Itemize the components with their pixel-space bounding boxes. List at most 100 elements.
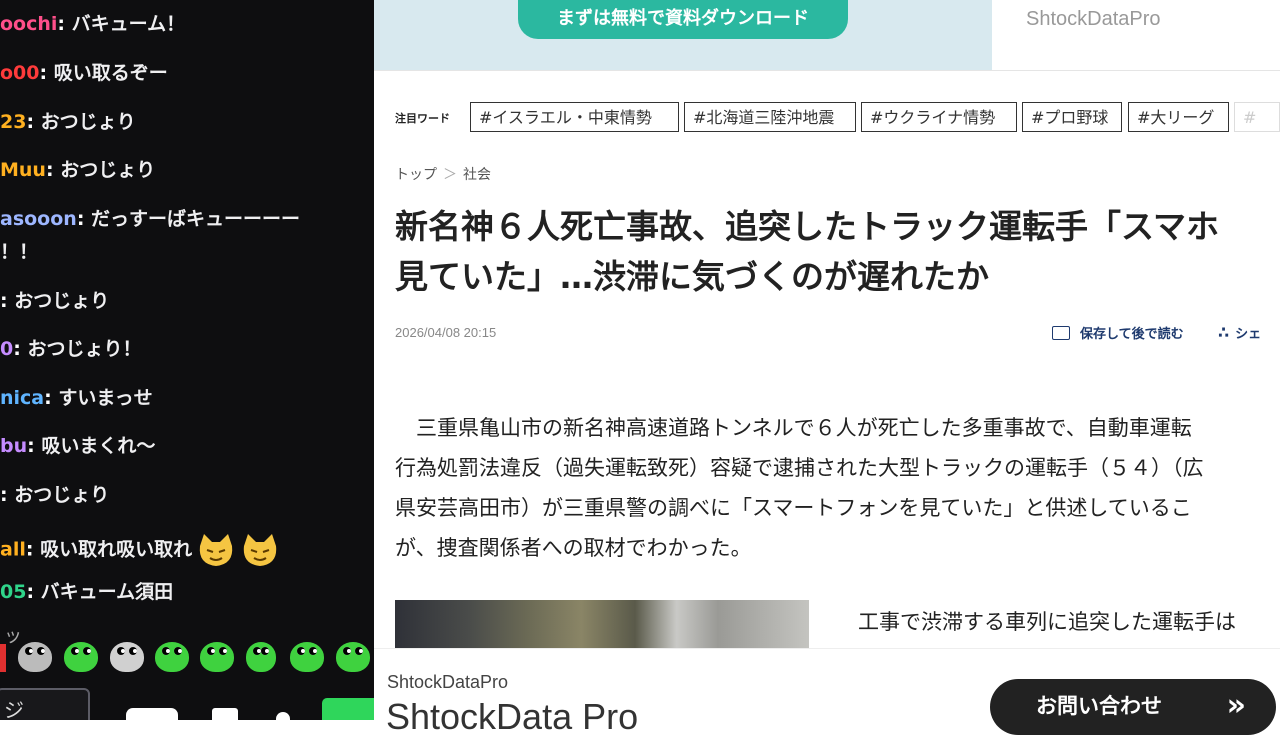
divider	[374, 70, 1280, 71]
breadcrumb: トップ ＞ 社会	[395, 164, 491, 184]
body-line: 行為処罰法違反（過失運転致死）容疑で逮捕された大型トラックの運転手（５４）（広	[395, 456, 1204, 480]
frog-emote-icon[interactable]	[246, 642, 276, 672]
chat-text: おつじょり	[14, 484, 110, 506]
chat-text: おつじょり！	[27, 338, 142, 360]
contact-label: お問い合わせ	[1036, 694, 1162, 718]
chat-text: バキューム！	[71, 13, 186, 35]
chat-panel: oochi: バキューム！ o00: 吸い取るぞー 23: おつじょり Muu: おつ…	[0, 0, 374, 720]
frog-emote-icon[interactable]	[290, 642, 324, 672]
frog-emote-icon[interactable]	[110, 642, 144, 672]
trending-tag[interactable]: #ウクライナ情勢	[861, 102, 1017, 132]
headline-line: 新名神６人死亡事故、追突したトラック運転手「スマホ	[395, 207, 1220, 246]
chat-colon: :	[26, 111, 41, 133]
chat-message: nica: すいまっせ	[0, 386, 153, 410]
photo-caption-text: 工事で渋滞する車列に追突した運転手は	[858, 610, 1236, 634]
chat-text: すいまっせ	[58, 387, 153, 409]
chat-partial-text: ッ	[4, 626, 22, 647]
article-headline: 新名神６人死亡事故、追突したトラック運転手「スマホ 見ていた」…渋滞に気づくのが…	[395, 202, 1280, 302]
trending-tag[interactable]: #イスラエル・中東情勢	[470, 102, 679, 132]
frog-emote-icon[interactable]	[18, 642, 52, 672]
trending-label: 注目ワード	[395, 112, 450, 125]
frog-emote-icon[interactable]	[336, 642, 370, 672]
article-photo[interactable]	[395, 600, 809, 650]
top-brand-logo[interactable]: ShtockDataPro	[1026, 8, 1161, 31]
frog-emote-icon[interactable]	[64, 642, 98, 672]
chat-message: Muu: おつじょり	[0, 158, 155, 182]
chat-text: ！！	[0, 241, 39, 263]
chat-input[interactable]: ジ	[0, 688, 90, 720]
article-body: 三重県亀山市の新名神高速道路トンネルで６人が死亡した多重事故で、自動車運転 行為…	[395, 408, 1280, 568]
chat-username[interactable]: 23	[0, 111, 26, 133]
chat-username[interactable]: Muu	[0, 159, 46, 181]
download-button[interactable]: まずは無料で資料ダウンロード	[518, 0, 848, 39]
chat-colon: :	[45, 159, 61, 181]
chat-username[interactable]: 0	[0, 338, 13, 360]
chat-settings-icon[interactable]	[126, 708, 178, 720]
chat-text: 吸いまくれ〜	[41, 435, 156, 457]
chat-text: だっすーばキューーーー	[91, 208, 301, 230]
trending-tag[interactable]: #大リーグ	[1128, 102, 1229, 132]
trending-tag[interactable]: #	[1234, 102, 1280, 132]
chat-message: oochi: バキューム！	[0, 12, 185, 36]
chat-text: 吸い取れ吸い取れ	[40, 538, 193, 561]
chat-points-icon[interactable]	[212, 708, 238, 720]
chat-message: o00: 吸い取るぞー	[0, 61, 168, 85]
chat-colon: :	[0, 290, 15, 312]
chat-username[interactable]: oochi	[0, 13, 57, 35]
chat-colon: :	[27, 435, 42, 457]
body-line: が、捜査関係者への取材でわかった。	[395, 536, 752, 560]
trending-tag[interactable]: #北海道三陸沖地震	[684, 102, 856, 132]
chat-colon: :	[25, 538, 41, 561]
chat-text: 吸い取るぞー	[53, 62, 168, 84]
chat-gear-icon[interactable]	[276, 712, 290, 720]
chat-colon: :	[57, 13, 72, 35]
chat-message: 23: おつじょり	[0, 110, 136, 134]
chat-message: asooon: だっすーばキューーーー	[0, 207, 300, 231]
save-for-later-button[interactable]: 保存して後で読む	[1052, 323, 1184, 342]
chat-text: おつじょり	[40, 111, 136, 133]
chat-username[interactable]: asooon	[0, 208, 77, 230]
contact-button[interactable]: お問い合わせ »	[990, 679, 1276, 735]
chat-colon: :	[26, 581, 41, 603]
share-button[interactable]: ∴ シェ	[1218, 323, 1261, 342]
top-ad-banner: まずは無料で資料ダウンロード	[374, 0, 992, 70]
breadcrumb-section[interactable]: 社会	[463, 167, 491, 183]
chat-username[interactable]: bu	[0, 435, 27, 457]
chat-message: 0: おつじょり！	[0, 337, 141, 361]
chat-colon: :	[0, 484, 15, 506]
cat-emote-icon[interactable]	[196, 532, 236, 568]
chat-message: all: 吸い取れ吸い取れ	[0, 532, 280, 568]
chat-colon: :	[44, 387, 59, 409]
chevron-right-icon: »	[1226, 688, 1246, 723]
chat-colon: :	[76, 208, 92, 230]
headline-line: 見ていた」…渋滞に気づくのが遅れたか	[395, 257, 989, 296]
share-icon: ∴	[1218, 323, 1230, 342]
body-line: 三重県亀山市の新名神高速道路トンネルで６人が死亡した多重事故で、自動車運転	[395, 416, 1192, 440]
chat-message: : おつじょり	[0, 289, 109, 313]
frog-emote-icon[interactable]	[155, 642, 189, 672]
article-date: 2026/04/08 20:15	[395, 325, 497, 340]
chat-username[interactable]: all	[0, 539, 26, 561]
trending-tag[interactable]: #プロ野球	[1022, 102, 1122, 132]
bottom-brand-logo[interactable]: ShtockData Pro	[386, 696, 638, 738]
chat-username[interactable]: nica	[0, 387, 44, 409]
share-label: シェ	[1235, 327, 1262, 342]
chat-message: ！！	[0, 240, 38, 264]
chat-username[interactable]: o00	[0, 62, 40, 84]
bookmark-folder-icon	[1052, 326, 1070, 340]
chat-send-button[interactable]	[322, 698, 374, 720]
chat-message: 05: バキューム須田	[0, 580, 173, 604]
breadcrumb-separator: ＞	[443, 167, 457, 183]
bottom-brand-small: ShtockDataPro	[387, 672, 509, 692]
cat-emote-icon[interactable]	[240, 532, 280, 568]
chat-message: : おつじょり	[0, 483, 109, 507]
save-label: 保存して後で読む	[1080, 327, 1184, 342]
chat-username[interactable]: 05	[0, 581, 26, 603]
chat-input-text: ジ	[4, 698, 24, 720]
breadcrumb-home[interactable]: トップ	[395, 167, 437, 183]
frog-emote-icon[interactable]	[200, 642, 234, 672]
chat-text: おつじょり	[60, 159, 156, 181]
chat-text: おつじょり	[14, 290, 110, 312]
chat-colon: :	[13, 338, 28, 360]
chat-colon: :	[39, 62, 54, 84]
